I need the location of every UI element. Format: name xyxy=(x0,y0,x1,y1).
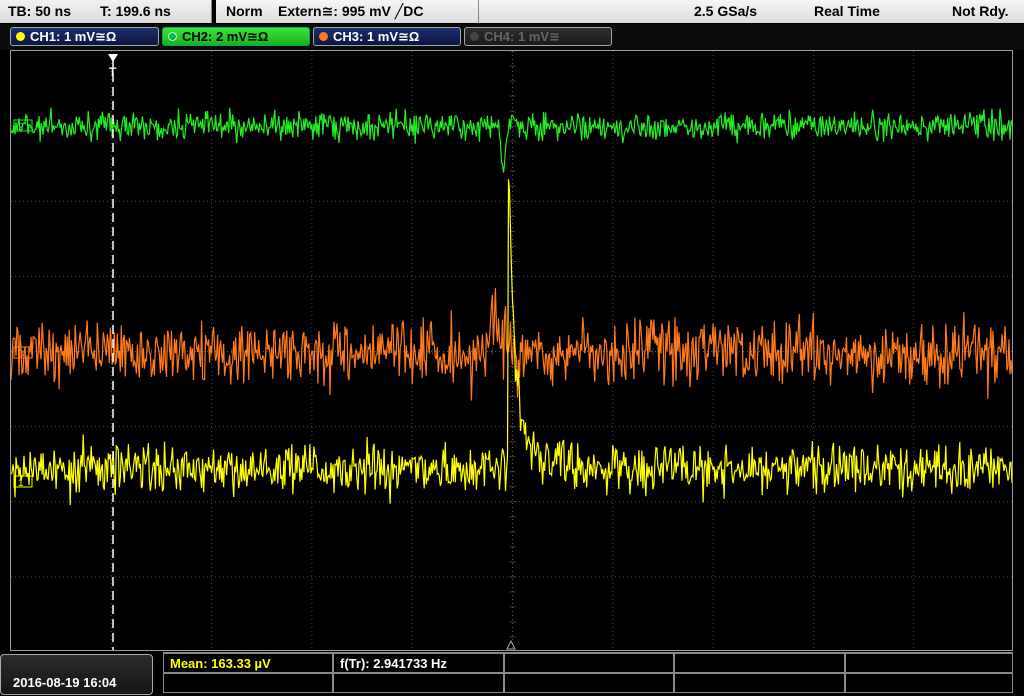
sample-rate: 2.5 GSa/s xyxy=(694,3,758,19)
channel-2-color-dot xyxy=(168,32,177,41)
top-status-bar: TB: 50 ns T: 199.6 ns Norm Extern≅: 995 … xyxy=(0,0,1024,24)
channel-3-color-dot xyxy=(319,32,328,41)
channel-1-color-dot xyxy=(16,32,25,41)
measurement-slot-4[interactable] xyxy=(674,653,845,673)
measurement-slot-9[interactable] xyxy=(674,673,845,693)
horizontal-position-marker-icon[interactable] xyxy=(506,639,516,650)
channel-2-label: CH2: 2 mV≅Ω xyxy=(182,29,269,44)
timebase-panel[interactable]: TB: 50 ns T: 199.6 ns xyxy=(0,0,212,23)
acquisition-state: Not Rdy. xyxy=(952,3,1009,19)
channel-1-marker-label: 1 xyxy=(18,478,24,489)
measurement-slot-3[interactable] xyxy=(504,653,674,673)
measurement-slot-6[interactable] xyxy=(163,673,333,693)
channel-4-tab[interactable]: CH4: 1 mV≅ xyxy=(464,27,612,46)
channel-2-trace xyxy=(11,107,1012,173)
channel-2-marker-label: 2 xyxy=(18,122,24,133)
timebase-value: TB: 50 ns xyxy=(8,3,72,19)
measurement-slot-10[interactable] xyxy=(845,673,1013,693)
trigger-position-value: T: 199.6 ns xyxy=(100,3,171,19)
channel-3-tab[interactable]: CH3: 1 mV≅Ω xyxy=(313,27,461,46)
measurement-panel[interactable]: Mean: 163.33 µV f(Tr): 2.941733 Hz xyxy=(163,652,1013,696)
measurement-frequency-text: f(Tr): 2.941733 Hz xyxy=(340,656,447,671)
channel-2-tab[interactable]: CH2: 2 mV≅Ω xyxy=(162,27,310,46)
date-time-text: 2016-08-19 16:04 xyxy=(13,675,117,690)
acquisition-status-panel[interactable]: Norm Extern≅: 995 mV ╱DC 2.5 GSa/s Real … xyxy=(216,0,1024,23)
acquisition-mode: Real Time xyxy=(814,3,880,19)
trigger-time-label: T xyxy=(109,65,117,79)
waveform-canvas: T 2 3 1 xyxy=(11,51,1012,650)
date-time-display: 2016-08-19 16:04 xyxy=(0,654,153,695)
measurement-mean-text: Mean: 163.33 µV xyxy=(170,656,271,671)
channel-1-tab[interactable]: CH1: 1 mV≅Ω xyxy=(10,27,159,46)
measurement-slot-5[interactable] xyxy=(845,653,1013,673)
trigger-mode: Norm xyxy=(226,3,263,19)
channel-bar: CH1: 1 mV≅Ω CH2: 2 mV≅Ω CH3: 1 mV≅Ω CH4:… xyxy=(0,24,1024,50)
measurement-slot-7[interactable] xyxy=(333,673,504,693)
waveform-display[interactable]: T 2 3 1 xyxy=(10,50,1013,651)
measurement-mean[interactable]: Mean: 163.33 µV xyxy=(163,653,333,673)
trigger-source: Extern≅: 995 mV ╱DC xyxy=(278,3,424,19)
measurement-frequency[interactable]: f(Tr): 2.941733 Hz xyxy=(333,653,504,673)
channel-3-marker-label: 3 xyxy=(18,349,24,360)
channel-3-label: CH3: 1 mV≅Ω xyxy=(333,29,420,44)
channel-1-label: CH1: 1 mV≅Ω xyxy=(30,29,117,44)
measurement-slot-8[interactable] xyxy=(504,673,674,693)
channel-4-color-dot xyxy=(470,32,479,41)
channel-4-label: CH4: 1 mV≅ xyxy=(484,29,560,44)
trigger-time-arrow-icon[interactable] xyxy=(108,54,118,62)
